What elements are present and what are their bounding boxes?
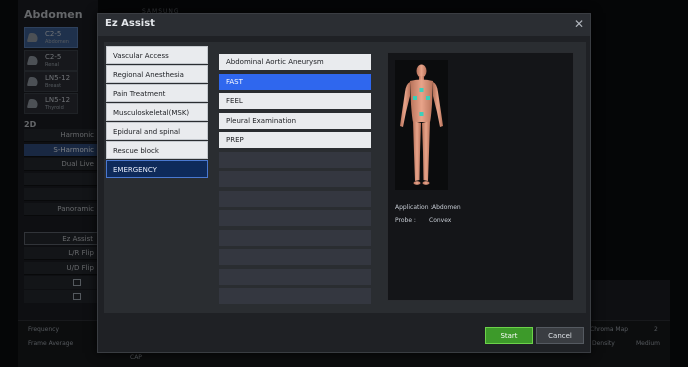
close-icon[interactable]: ✕ xyxy=(572,17,586,31)
preset-empty-slot xyxy=(219,269,371,285)
preview-box: Application : Abdomen Probe : Convex xyxy=(387,52,574,301)
preset-empty-slot xyxy=(219,249,371,265)
category-rescue-block[interactable]: Rescue block xyxy=(106,141,208,159)
preset-fast[interactable]: FAST xyxy=(219,74,371,90)
preset-list: Abdominal Aortic Aneurysm FAST FEEL Pleu… xyxy=(210,42,374,313)
preset-pleural-examination[interactable]: Pleural Examination xyxy=(219,113,371,129)
human-body-illustration xyxy=(400,64,443,185)
preset-empty-slot xyxy=(219,171,371,187)
category-pain-treatment[interactable]: Pain Treatment xyxy=(106,84,208,102)
probe-marker-subxiphoid xyxy=(419,88,424,92)
cancel-button[interactable]: Cancel xyxy=(536,327,584,344)
probe-marker-ruq xyxy=(413,96,417,100)
application-value: Abdomen xyxy=(432,204,461,211)
category-musculoskeletal[interactable]: Musculoskeletal(MSK) xyxy=(106,103,208,121)
preset-feel[interactable]: FEEL xyxy=(219,93,371,109)
probe-marker-pelvic xyxy=(419,112,424,116)
preview-panel: Application : Abdomen Probe : Convex xyxy=(374,42,586,313)
category-list: Vascular Access Regional Anesthesia Pain… xyxy=(104,42,210,313)
dialog-header: Ez Assist ✕ xyxy=(98,14,590,36)
body-diagram-image xyxy=(395,60,448,190)
probe-value: Convex xyxy=(429,217,452,224)
preset-abdominal-aortic-aneurysm[interactable]: Abdominal Aortic Aneurysm xyxy=(219,54,371,70)
probe-label: Probe : xyxy=(395,217,416,224)
category-emergency[interactable]: EMERGENCY xyxy=(106,160,208,178)
start-button[interactable]: Start xyxy=(485,327,533,344)
category-epidural-spinal[interactable]: Epidural and spinal xyxy=(106,122,208,140)
dialog-title: Ez Assist xyxy=(105,18,155,29)
application-label: Application : xyxy=(395,204,433,211)
preset-empty-slot xyxy=(219,210,371,226)
preset-prep[interactable]: PREP xyxy=(219,132,371,148)
preset-empty-slot xyxy=(219,191,371,207)
preset-empty-slot xyxy=(219,230,371,246)
preset-empty-slot xyxy=(219,152,371,168)
ez-assist-dialog: Ez Assist ✕ Vascular Access Regional Ane… xyxy=(97,13,591,353)
preset-empty-slot xyxy=(219,288,371,304)
probe-marker-luq xyxy=(426,96,430,100)
category-vascular-access[interactable]: Vascular Access xyxy=(106,46,208,64)
category-regional-anesthesia[interactable]: Regional Anesthesia xyxy=(106,65,208,83)
